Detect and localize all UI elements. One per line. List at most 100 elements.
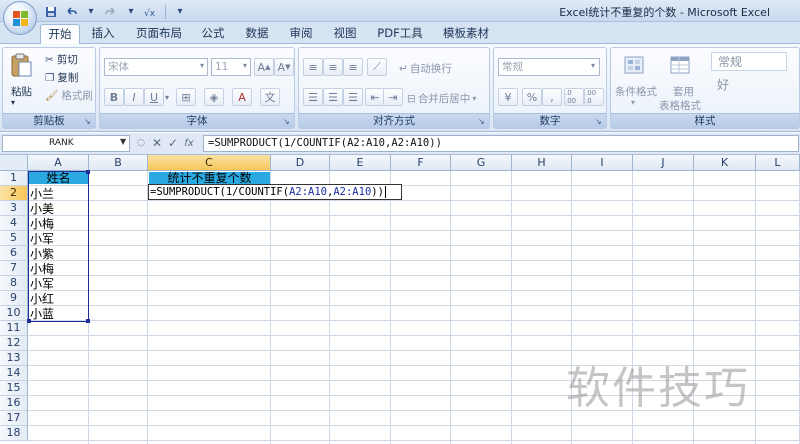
cell-a8[interactable]: 小军 bbox=[29, 278, 88, 290]
cell-c2-editing[interactable]: =SUMPRODUCT(1/COUNTIF(A2:A10,A2:A10)) bbox=[148, 184, 402, 200]
row-header-11[interactable]: 11 bbox=[0, 321, 28, 336]
font-color-icon[interactable]: A bbox=[232, 88, 252, 106]
undo-icon[interactable] bbox=[62, 4, 80, 20]
row-header-9[interactable]: 9 bbox=[0, 291, 28, 306]
row-header-12[interactable]: 12 bbox=[0, 336, 28, 351]
column-header-a[interactable]: A bbox=[28, 155, 89, 171]
alignment-launcher-icon[interactable]: ↘ bbox=[478, 117, 487, 126]
row-header-2[interactable]: 2 bbox=[0, 186, 28, 201]
cut-button[interactable]: ✂ 剪切 bbox=[45, 52, 78, 67]
save-icon[interactable] bbox=[42, 4, 60, 20]
column-header-j[interactable]: J bbox=[633, 155, 694, 171]
italic-button[interactable]: I bbox=[124, 88, 144, 106]
orientation-icon[interactable]: ⟋ bbox=[367, 58, 387, 76]
tab-formulas[interactable]: 公式 bbox=[196, 24, 230, 44]
row-header-7[interactable]: 7 bbox=[0, 261, 28, 276]
row-header-10[interactable]: 10 bbox=[0, 306, 28, 321]
conditional-format-button[interactable]: 条件格式 bbox=[615, 84, 657, 99]
cell-a10[interactable]: 小蓝 bbox=[29, 308, 88, 320]
name-box[interactable]: RANK bbox=[2, 135, 130, 152]
customize-icon[interactable]: √x bbox=[142, 4, 160, 20]
percent-button[interactable]: % bbox=[522, 88, 542, 106]
wrap-text-button[interactable]: ↵ 自动换行 bbox=[399, 61, 452, 76]
copy-button[interactable]: ❐ 复制 bbox=[45, 70, 78, 85]
cell-a2[interactable]: 小兰 bbox=[29, 188, 88, 200]
style-good[interactable]: 好 bbox=[711, 76, 787, 95]
cell-a3[interactable]: 小美 bbox=[29, 203, 88, 215]
font-launcher-icon[interactable]: ↘ bbox=[283, 117, 292, 126]
underline-button[interactable]: U bbox=[144, 88, 164, 106]
table-format-button-line1[interactable]: 套用 bbox=[673, 84, 694, 99]
enter-icon[interactable]: ✓ bbox=[166, 136, 180, 151]
row-header-17[interactable]: 17 bbox=[0, 411, 28, 426]
clipboard-launcher-icon[interactable]: ↘ bbox=[84, 117, 93, 126]
cell-c1[interactable]: 统计不重复个数 bbox=[149, 172, 270, 184]
paste-button[interactable]: 粘贴 bbox=[11, 84, 32, 99]
merge-center-button[interactable]: ⊟ 合并后居中 ▾ bbox=[407, 91, 476, 106]
formula-bar-grip-icon[interactable]: ◌ bbox=[134, 136, 148, 151]
increase-indent-icon[interactable]: ⇥ bbox=[383, 88, 403, 106]
align-middle-icon[interactable]: ≡ bbox=[323, 58, 343, 76]
column-header-h[interactable]: H bbox=[512, 155, 572, 171]
row-header-15[interactable]: 15 bbox=[0, 381, 28, 396]
tab-pdf-tools[interactable]: PDF工具 bbox=[374, 24, 426, 44]
font-size-dropdown-icon[interactable]: ▾ bbox=[243, 61, 247, 70]
format-painter-button[interactable]: 🖌 格式刷 bbox=[45, 88, 93, 103]
font-name-select[interactable]: 宋体 bbox=[104, 58, 208, 76]
column-header-g[interactable]: G bbox=[451, 155, 512, 171]
font-name-dropdown-icon[interactable]: ▾ bbox=[200, 61, 204, 70]
row-header-1[interactable]: 1 bbox=[0, 171, 28, 186]
paste-icon[interactable] bbox=[9, 52, 35, 78]
tab-home[interactable]: 开始 bbox=[40, 24, 80, 44]
column-header-f[interactable]: F bbox=[391, 155, 451, 171]
fill-color-icon[interactable]: ◈ bbox=[204, 88, 224, 106]
table-format-button-line2[interactable]: 表格格式 bbox=[659, 98, 701, 113]
comma-button[interactable]: , bbox=[542, 88, 562, 106]
align-right-icon[interactable]: ☰ bbox=[343, 88, 363, 106]
row-header-16[interactable]: 16 bbox=[0, 396, 28, 411]
row-header-5[interactable]: 5 bbox=[0, 231, 28, 246]
row-header-14[interactable]: 14 bbox=[0, 366, 28, 381]
row-header-4[interactable]: 4 bbox=[0, 216, 28, 231]
row-header-3[interactable]: 3 bbox=[0, 201, 28, 216]
column-header-l[interactable]: L bbox=[756, 155, 800, 171]
formula-input[interactable]: =SUMPRODUCT(1/COUNTIF(A2:A10,A2:A10)) bbox=[203, 135, 799, 152]
grow-font-icon[interactable]: A ▲ bbox=[254, 58, 274, 76]
borders-icon[interactable]: ⊞ bbox=[176, 88, 196, 106]
align-bottom-icon[interactable]: ≡ bbox=[343, 58, 363, 76]
row-header-8[interactable]: 8 bbox=[0, 276, 28, 291]
conditional-format-icon[interactable] bbox=[623, 54, 647, 78]
qat-more-icon[interactable]: ▾ bbox=[171, 4, 189, 20]
row-header-13[interactable]: 13 bbox=[0, 351, 28, 366]
row-header-18[interactable]: 18 bbox=[0, 426, 28, 441]
column-header-b[interactable]: B bbox=[89, 155, 148, 171]
cell-a1[interactable]: 姓名 bbox=[29, 172, 88, 184]
paste-dropdown-icon[interactable]: ▾ bbox=[11, 98, 15, 107]
cell-a7[interactable]: 小梅 bbox=[29, 263, 88, 275]
redo-dropdown-icon[interactable]: ▾ bbox=[122, 4, 140, 20]
row-header-6[interactable]: 6 bbox=[0, 246, 28, 261]
column-header-c[interactable]: C bbox=[148, 155, 271, 171]
cell-a9[interactable]: 小红 bbox=[29, 293, 88, 305]
cell-a4[interactable]: 小梅 bbox=[29, 218, 88, 230]
increase-decimal-button[interactable]: .0 .00 bbox=[564, 88, 584, 106]
decrease-indent-icon[interactable]: ⇤ bbox=[365, 88, 385, 106]
insert-function-icon[interactable]: fx bbox=[182, 136, 196, 151]
tab-insert[interactable]: 插入 bbox=[86, 24, 120, 44]
conditional-format-dropdown-icon[interactable]: ▾ bbox=[631, 98, 635, 107]
tab-templates[interactable]: 模板素材 bbox=[436, 24, 496, 44]
column-header-e[interactable]: E bbox=[330, 155, 391, 171]
bold-button[interactable]: B bbox=[104, 88, 124, 106]
phonetic-icon[interactable]: 文 bbox=[260, 88, 280, 106]
table-format-icon[interactable] bbox=[669, 54, 693, 78]
select-all-corner[interactable] bbox=[0, 155, 28, 171]
tab-page-layout[interactable]: 页面布局 bbox=[132, 24, 186, 44]
shrink-font-icon[interactable]: A ▼ bbox=[274, 58, 294, 76]
align-top-icon[interactable]: ≡ bbox=[303, 58, 323, 76]
number-launcher-icon[interactable]: ↘ bbox=[595, 117, 604, 126]
redo-icon[interactable] bbox=[102, 4, 120, 20]
number-format-select[interactable]: 常规 bbox=[498, 58, 600, 76]
tab-data[interactable]: 数据 bbox=[240, 24, 274, 44]
name-box-dropdown-icon[interactable]: ▼ bbox=[120, 137, 126, 146]
style-normal[interactable]: 常规 bbox=[711, 52, 787, 71]
